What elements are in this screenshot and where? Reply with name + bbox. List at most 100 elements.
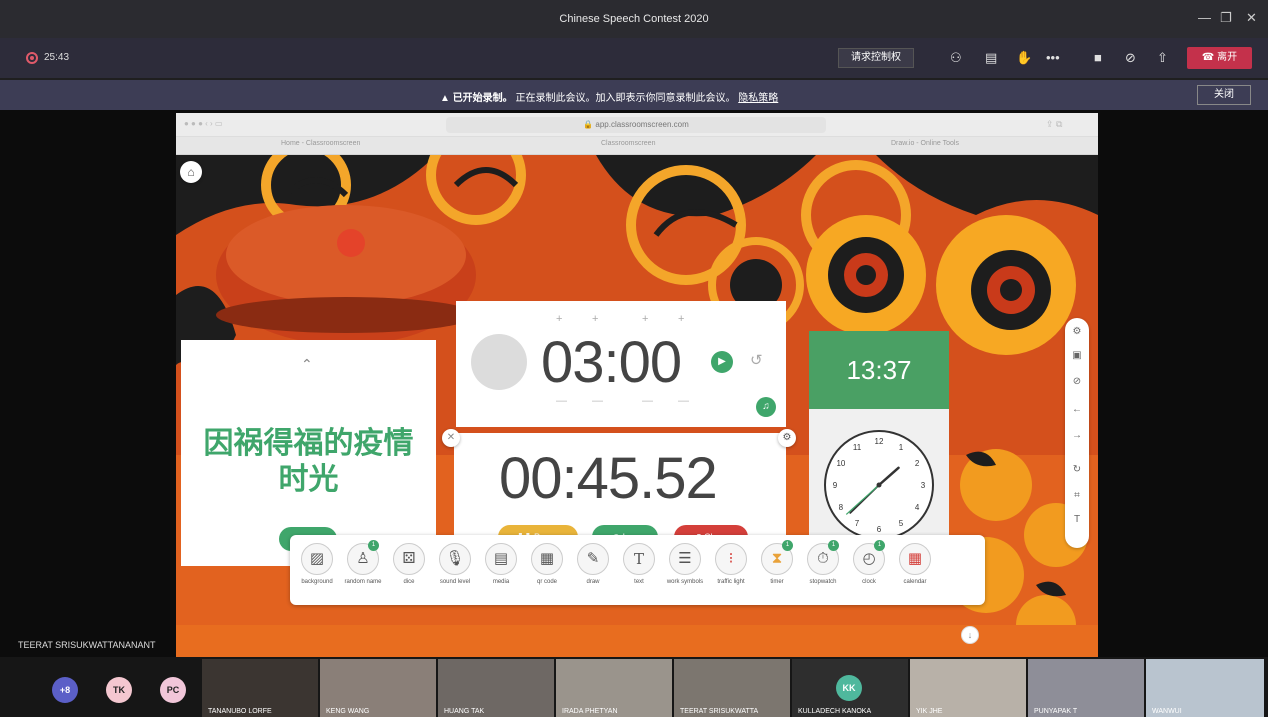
hide-icon[interactable]: ⊘ <box>1065 376 1089 387</box>
window-title: Chinese Speech Contest 2020 <box>559 13 709 25</box>
participant-video[interactable]: PUNYAPAK T <box>1028 659 1144 717</box>
side-toolbar: ⚙ ▣ ⊘ ← → ↻ ⌗ T <box>1065 318 1089 548</box>
minimize-icon[interactable]: — <box>1198 10 1211 25</box>
collapse-toolbar-icon[interactable]: ↓ <box>961 626 979 644</box>
work-symbols-icon: ☰ <box>669 543 701 575</box>
share-screen-icon[interactable]: ⇧ <box>1157 50 1168 66</box>
widget-work-symbols[interactable]: ☰ work symbols <box>662 543 708 585</box>
tab-draw[interactable]: Draw.io - Online Tools <box>891 140 959 147</box>
play-button[interactable]: ▶ <box>711 351 733 373</box>
participant-video[interactable]: IRADA PHETYAN <box>556 659 672 717</box>
participant-avatar[interactable]: PC <box>160 677 186 703</box>
participant-avatar: KK <box>836 675 862 701</box>
widget-timer[interactable]: ⧗ 1 timer <box>754 540 800 585</box>
digital-clock: 13:37 <box>809 331 949 409</box>
add-minute-tens-icon[interactable]: + <box>556 313 562 325</box>
home-button[interactable]: ⌂ <box>180 161 202 183</box>
participant-video[interactable]: YIK JHE <box>910 659 1026 717</box>
calendar-icon: ▦ <box>899 543 931 575</box>
widget-sound-level[interactable]: 🎙 sound level <box>432 543 478 585</box>
warning-icon: ▲ <box>440 93 450 104</box>
more-options-icon[interactable]: ••• <box>1046 50 1060 65</box>
participant-name: PUNYAPAK T <box>1034 708 1078 715</box>
share-icon[interactable]: ⇪ ⧉ <box>1046 119 1062 130</box>
chat-icon[interactable]: ▤ <box>985 50 997 66</box>
participant-tile[interactable]: KK KULLADECH KANOKA <box>792 659 908 717</box>
leave-label: 离开 <box>1217 52 1238 63</box>
browser-tabs: Home - Classroomscreen Classroomscreen D… <box>176 137 1098 155</box>
close-window-icon[interactable]: ✕ <box>1246 10 1257 26</box>
pencil-icon: ✎ <box>577 543 609 575</box>
widget-clock[interactable]: ◴ 1 clock <box>846 540 892 585</box>
add-minute-ones-icon[interactable]: + <box>592 313 598 325</box>
widget-draw[interactable]: ✎ draw <box>570 543 616 585</box>
request-control-button[interactable]: 请求控制权 <box>838 48 914 68</box>
widget-qr-code[interactable]: ▦ qr code <box>524 543 570 585</box>
camera-icon[interactable]: ■ <box>1094 50 1102 65</box>
widget-text[interactable]: Ttext <box>616 543 662 585</box>
participant-avatar[interactable]: TK <box>106 677 132 703</box>
participant-video[interactable]: WANWUI <box>1146 659 1264 717</box>
widget-random-name[interactable]: ♙ 1 random name <box>340 540 386 585</box>
participant-video[interactable]: HUANG TAK <box>438 659 554 717</box>
clock-numeral: 11 <box>853 443 862 452</box>
address-bar[interactable]: 🔒 app.classroomscreen.com <box>446 117 826 133</box>
widget-background[interactable]: ▨ background <box>294 543 340 585</box>
participant-video[interactable]: KENG WANG <box>320 659 436 717</box>
participant-name: HUANG TAK <box>444 708 485 715</box>
redo-icon[interactable]: → <box>1065 430 1089 441</box>
meeting-controls-bar: 25:43 请求控制权 ⚇ ▤ ✋ ••• ■ ⊘ ⇧ ☎ 离开 <box>0 38 1268 78</box>
subtract-second-tens-icon[interactable]: — <box>642 395 653 407</box>
music-icon[interactable]: ♫ <box>756 397 776 417</box>
participant-name: KENG WANG <box>326 708 370 715</box>
tab-classroomscreen[interactable]: Classroomscreen <box>601 140 655 147</box>
subtract-minute-ones-icon[interactable]: — <box>592 395 603 407</box>
clock-numeral: 12 <box>875 437 884 446</box>
mic-off-icon[interactable]: ⊘ <box>1125 50 1136 66</box>
refresh-icon[interactable]: ↻ <box>1065 464 1089 475</box>
save-icon[interactable]: ▣ <box>1065 350 1089 361</box>
close-banner-button[interactable]: 关闭 <box>1197 85 1251 105</box>
undo-icon[interactable]: ← <box>1065 404 1089 415</box>
widget-label: media <box>492 579 510 585</box>
widget-stopwatch[interactable]: ⏱ 1 stopwatch <box>800 540 846 585</box>
widget-label: timer <box>770 579 784 585</box>
timer-widget: + + + + — — — — 03:00 ▶ ↺ ♫ <box>456 301 786 427</box>
text-tool-icon[interactable]: T <box>1065 514 1089 525</box>
widget-dice[interactable]: ⚄ dice <box>386 543 432 585</box>
widget-media[interactable]: ▤ media <box>478 543 524 585</box>
participants-icon[interactable]: ⚇ <box>950 50 962 66</box>
browser-nav-icon[interactable]: ● ● ● ‹ › ▭ <box>184 119 223 128</box>
browser-window: ● ● ● ‹ › ▭ 🔒 app.classroomscreen.com ⇪ … <box>176 113 1098 657</box>
clock-widget: 13:37 1 2 3 4 5 6 7 8 9 10 11 12 <box>809 331 949 563</box>
subtract-minute-tens-icon[interactable]: — <box>556 395 567 407</box>
chevron-up-icon[interactable]: ⌃ <box>301 356 313 373</box>
clock-numeral: 8 <box>839 503 844 512</box>
overflow-participants-badge[interactable]: +8 <box>52 677 78 703</box>
crop-icon[interactable]: ⌗ <box>1065 490 1089 501</box>
traffic-light-icon: ⁝ <box>715 543 747 575</box>
count-badge: 1 <box>828 540 839 551</box>
widget-calendar[interactable]: ▦ calendar <box>892 543 938 585</box>
privacy-policy-link[interactable]: 隐私策略 <box>738 93 778 104</box>
participant-name: WANWUI <box>1152 708 1182 715</box>
settings-icon[interactable]: ⚙ <box>1065 326 1089 337</box>
reset-icon[interactable]: ↺ <box>750 351 763 369</box>
add-second-ones-icon[interactable]: + <box>678 313 684 325</box>
widget-label: traffic light <box>717 579 745 585</box>
tab-home[interactable]: Home - Classroomscreen <box>281 140 360 147</box>
add-second-tens-icon[interactable]: + <box>642 313 648 325</box>
subtract-second-ones-icon[interactable]: — <box>678 395 689 407</box>
banner-prefix: 已开始录制。 <box>452 93 513 104</box>
widget-traffic-light[interactable]: ⁝ traffic light <box>708 543 754 585</box>
participant-video[interactable]: TEERAT SRISUKWATTA <box>674 659 790 717</box>
url-text: app.classroomscreen.com <box>595 120 689 129</box>
clock-numeral: 1 <box>899 443 904 452</box>
leave-button[interactable]: ☎ 离开 <box>1187 47 1252 69</box>
maximize-icon[interactable]: ❐ <box>1220 10 1232 26</box>
participant-video[interactable]: TANANUBO LORFE <box>202 659 318 717</box>
participant-strip: +8 TK PC TANANUBO LORFE KENG WANG HUANG … <box>0 657 1268 717</box>
close-widget-icon[interactable]: ✕ <box>442 429 460 447</box>
settings-gear-icon[interactable]: ⚙ <box>778 429 796 447</box>
raise-hand-icon[interactable]: ✋ <box>1016 50 1032 66</box>
